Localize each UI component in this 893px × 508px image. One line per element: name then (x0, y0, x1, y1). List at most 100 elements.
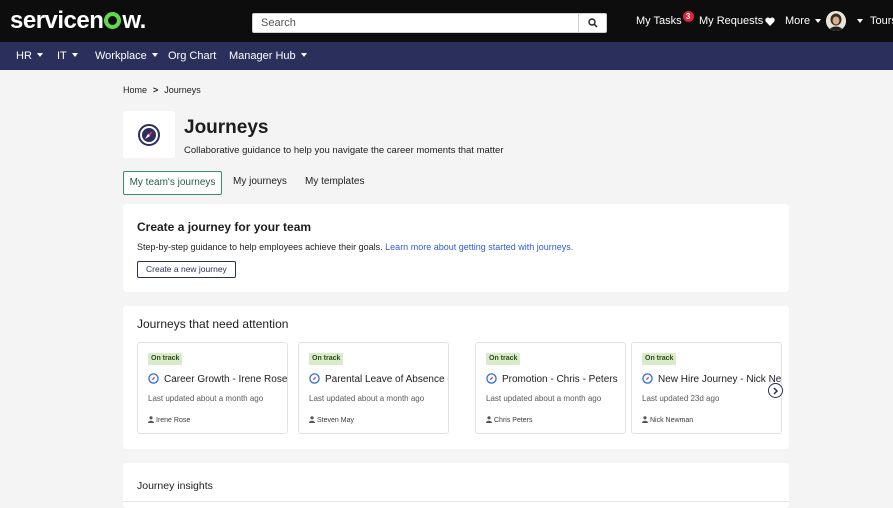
compass-icon (138, 123, 160, 146)
chevron-down-icon (71, 53, 78, 57)
compass-icon (486, 373, 497, 384)
more-label: More (785, 15, 811, 27)
attention-card: Journeys that need attention On track Ca… (123, 306, 789, 449)
attention-title: Journeys that need attention (137, 317, 289, 331)
top-header: servicen w. My Tasks3 My Requests More To… (0, 0, 893, 42)
chevron-down-icon (151, 53, 158, 57)
my-requests-label: My Requests (699, 15, 764, 27)
tasks-count-badge: 3 (682, 10, 694, 22)
page-title: Journeys (184, 117, 269, 138)
journey-updated: Last updated about a month ago (486, 394, 602, 403)
create-card-text: Step-by-step guidance to help employees … (137, 242, 383, 252)
nav-manager-hub[interactable]: Manager Hub (229, 42, 307, 70)
person-icon (486, 416, 492, 423)
journey-card[interactable]: On track Promotion - Chris - Peters Last… (475, 342, 626, 434)
logo-o-mark (104, 12, 122, 29)
search-button[interactable] (578, 14, 606, 32)
avatar-menu-toggle[interactable] (852, 0, 863, 42)
journey-name: Parental Leave of Absence - ... (309, 373, 449, 385)
person-icon (309, 416, 315, 423)
heart-icon (765, 17, 775, 26)
journey-person: Chris Peters (486, 416, 533, 424)
journey-name-text: Parental Leave of Absence - ... (325, 374, 449, 385)
journey-person: Steven May (309, 416, 354, 424)
chevron-down-icon (815, 19, 822, 23)
search-input[interactable] (253, 14, 579, 32)
status-badge: On track (486, 353, 521, 365)
journey-card[interactable]: On track New Hire Journey - Nick Newman … (631, 342, 782, 434)
favorites-button[interactable] (765, 0, 775, 42)
my-tasks-label: My Tasks (636, 15, 682, 27)
nav-workplace[interactable]: Workplace (95, 42, 158, 70)
my-tasks-link[interactable]: My Tasks 3 (636, 0, 694, 42)
journeys-icon-tile (123, 111, 175, 158)
chevron-down-icon (300, 53, 307, 57)
journey-card[interactable]: On track Career Growth - Irene Rose Last… (137, 342, 288, 434)
tours-link[interactable]: Tours (870, 0, 893, 42)
nav-org-chart-label: Org Chart (168, 50, 217, 62)
journey-name-text: Promotion - Chris - Peters (502, 374, 618, 385)
journey-name: New Hire Journey - Nick Newman (642, 373, 782, 385)
person-icon (642, 416, 648, 423)
status-badge: On track (148, 353, 183, 365)
divider (123, 501, 789, 502)
journey-person: Irene Rose (148, 416, 190, 424)
breadcrumb-home[interactable]: Home (123, 85, 147, 95)
nav-org-chart[interactable]: Org Chart (168, 42, 216, 70)
search-icon (587, 18, 598, 28)
journey-updated: Last updated about a month ago (309, 394, 425, 403)
global-search (252, 13, 607, 33)
journey-name: Career Growth - Irene Rose (148, 373, 287, 385)
journey-name-text: Career Growth - Irene Rose (164, 374, 288, 385)
create-new-journey-button[interactable]: Create a new journey (137, 261, 236, 278)
insights-card: Journey insights (123, 463, 789, 508)
logo-text-pre: servicen (10, 7, 104, 34)
learn-more-link[interactable]: Learn more about getting started with jo… (385, 242, 573, 252)
user-avatar[interactable] (826, 11, 846, 31)
chevron-down-icon (857, 19, 863, 23)
page-subtitle: Collaborative guidance to help you navig… (184, 145, 504, 156)
journey-updated: Last updated 23d ago (642, 394, 720, 403)
journey-name-text: New Hire Journey - Nick Newman (658, 374, 782, 385)
nav-hr-label: HR (16, 50, 32, 62)
status-badge: On track (309, 353, 344, 365)
status-badge: On track (642, 353, 677, 365)
nav-it-label: IT (57, 50, 67, 62)
secondary-nav: HR IT Workplace Org Chart Manager Hub (0, 42, 893, 70)
journey-name: Promotion - Chris - Peters (486, 373, 618, 385)
breadcrumb-current: Journeys (164, 85, 201, 95)
avatar-icon (826, 11, 846, 31)
nav-it[interactable]: IT (57, 42, 78, 70)
compass-icon (642, 373, 653, 384)
insights-title: Journey insights (137, 480, 213, 492)
journey-person: Nick Newman (642, 416, 693, 424)
logo-text-post: w. (122, 7, 146, 34)
create-card-title: Create a journey for your team (137, 220, 312, 234)
compass-icon (148, 373, 159, 384)
journey-person-name: Nick Newman (650, 417, 694, 424)
journey-person-name: Irene Rose (156, 417, 191, 424)
create-journey-card: Create a journey for your team Step-by-s… (123, 204, 789, 292)
tab-my-teams-journeys[interactable]: My team's journeys (123, 171, 222, 195)
compass-icon (309, 373, 320, 384)
breadcrumb-separator: > (153, 85, 159, 95)
chevron-right-icon (773, 386, 779, 395)
journey-card[interactable]: On track Parental Leave of Absence - ...… (298, 342, 449, 434)
servicenow-logo[interactable]: servicen w. (10, 7, 146, 35)
journey-person-name: Chris Peters (494, 417, 533, 424)
chevron-down-icon (36, 53, 43, 57)
journey-updated: Last updated about a month ago (148, 394, 264, 403)
tab-my-templates[interactable]: My templates (305, 171, 364, 195)
breadcrumb: Home > Journeys (123, 85, 201, 95)
person-icon (148, 416, 154, 423)
tours-label: Tours (870, 15, 893, 27)
nav-workplace-label: Workplace (95, 50, 147, 62)
nav-manager-hub-label: Manager Hub (229, 50, 296, 62)
carousel-next-button[interactable] (768, 383, 783, 398)
create-card-description: Step-by-step guidance to help employees … (137, 242, 573, 252)
tab-my-journeys[interactable]: My journeys (233, 171, 287, 195)
my-requests-link[interactable]: My Requests (699, 0, 763, 42)
more-menu[interactable]: More (785, 0, 822, 42)
nav-hr[interactable]: HR (16, 42, 43, 70)
journey-person-name: Steven May (317, 417, 354, 424)
